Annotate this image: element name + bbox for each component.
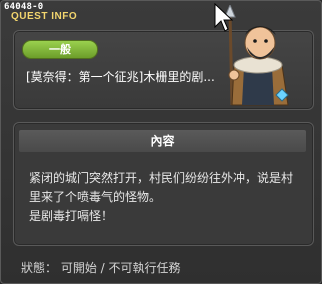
- quest-status-text: 狀態： 可開始 / 不可執行任務: [21, 261, 181, 275]
- mouse-pointer-icon: [214, 3, 233, 32]
- window-title: QUEST INFO: [11, 11, 78, 22]
- quest-content-panel: 內容 紧闭的城门突然打开，村民们纷纷往外冲，说是村 里来了个喷毒气的怪物。 是剧…: [13, 122, 314, 246]
- content-line: 紧闭的城门突然打开，村民们纷纷往外冲，说是村: [29, 171, 294, 185]
- content-header: 內容: [19, 130, 306, 152]
- quest-category-badge: 一般: [22, 40, 98, 59]
- content-line: 里来了个喷毒气的怪物。: [29, 190, 162, 204]
- content-line: 是剧毒打嗝怪！: [29, 209, 114, 223]
- quest-name: [莫奈得：第一个征兆]木栅里的剧...: [26, 70, 215, 84]
- quest-info-window: 64048-0 QUEST INFO 一般 [莫奈得：第一个征兆]木栅里的剧..…: [0, 0, 322, 284]
